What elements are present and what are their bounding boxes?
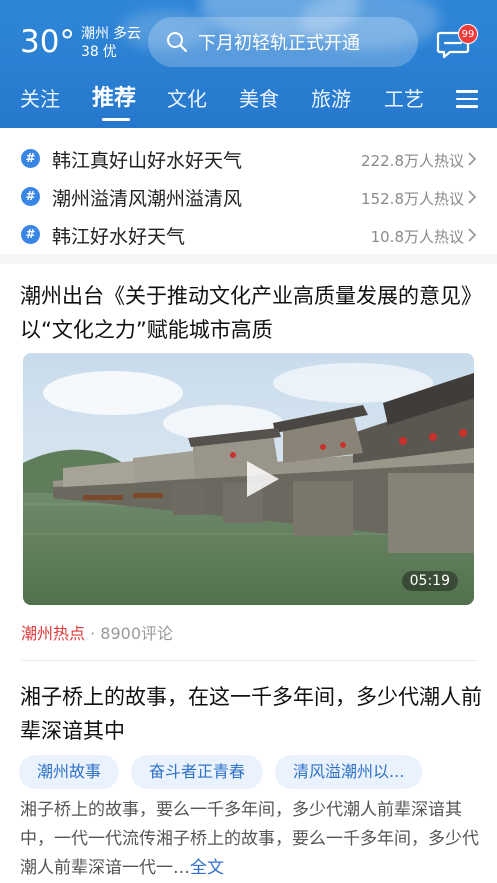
play-icon[interactable] bbox=[239, 457, 283, 501]
tab-craft[interactable]: 工艺 bbox=[384, 82, 424, 116]
article-separator bbox=[20, 660, 477, 661]
app-screen: 30° 潮州 多云 38 优 下月初轻轨正式开通 99 关注 推荐 文化 美食 … bbox=[0, 0, 497, 883]
search-icon bbox=[167, 32, 188, 53]
hot-topics-list: # 韩江真好山好水好天气 222.8万人热议 # 潮州溢清风潮州溢清风 152.… bbox=[0, 140, 497, 254]
chevron-right-icon bbox=[468, 190, 477, 204]
comment-count[interactable]: 8900评论 bbox=[100, 624, 173, 643]
tag-chip[interactable]: 清风溢潮州以... bbox=[275, 755, 423, 789]
search-suggestion: 下月初轻轨正式开通 bbox=[198, 33, 360, 54]
header: 30° 潮州 多云 38 优 下月初轻轨正式开通 99 关注 推荐 文化 美食 … bbox=[0, 0, 497, 128]
video-thumbnail[interactable]: 05:19 bbox=[23, 353, 474, 605]
hot-topic-item[interactable]: # 韩江好水好天气 10.8万人热议 bbox=[0, 216, 497, 254]
video-duration: 05:19 bbox=[401, 571, 458, 591]
tab-culture[interactable]: 文化 bbox=[167, 82, 207, 116]
weather-condition: 多云 bbox=[112, 26, 141, 42]
read-more-link[interactable]: 全文 bbox=[190, 858, 224, 878]
chevron-right-icon bbox=[468, 228, 477, 242]
hot-topic-item[interactable]: # 韩江真好山好水好天气 222.8万人热议 bbox=[0, 140, 497, 178]
topic-heat: 152.8万人热议 bbox=[361, 190, 464, 208]
tab-travel[interactable]: 旅游 bbox=[311, 82, 351, 116]
hashtag-icon: # bbox=[21, 225, 40, 244]
topic-title: 韩江好水好天气 bbox=[52, 226, 186, 248]
article-source[interactable]: 潮州热点 bbox=[21, 624, 85, 643]
hot-topic-item[interactable]: # 潮州溢清风潮州溢清风 152.8万人热议 bbox=[0, 178, 497, 216]
tag-chip[interactable]: 潮州故事 bbox=[19, 755, 120, 789]
menu-icon[interactable] bbox=[456, 90, 478, 108]
topic-title: 潮州溢清风潮州溢清风 bbox=[52, 188, 243, 210]
aqi-value: 38 bbox=[80, 44, 99, 60]
tab-recommend[interactable]: 推荐 bbox=[92, 82, 136, 116]
topic-heat: 222.8万人热议 bbox=[361, 152, 464, 170]
chevron-right-icon bbox=[468, 152, 477, 166]
tag-chip[interactable]: 奋斗者正青春 bbox=[131, 755, 264, 789]
hashtag-icon: # bbox=[21, 149, 40, 168]
aqi-label: 优 bbox=[102, 44, 117, 60]
summary-text: 湘子桥上的故事，要么一千多年间，多少代潮人前辈深谙其中，一代一代流传湘子桥上的故… bbox=[20, 800, 479, 878]
section-divider bbox=[0, 254, 497, 264]
article-title[interactable]: 潮州出台《关于推动文化产业高质量发展的意见》以“文化之力”赋能城市高质 bbox=[20, 279, 482, 347]
tab-follow[interactable]: 关注 bbox=[20, 82, 60, 116]
search-bar[interactable]: 下月初轻轨正式开通 bbox=[148, 17, 418, 67]
article-tags: 潮州故事 奋斗者正青春 清风溢潮州以... bbox=[19, 755, 434, 789]
active-tab-indicator bbox=[102, 118, 130, 121]
topic-heat: 10.8万人热议 bbox=[370, 228, 464, 246]
topic-title: 韩江真好山好水好天气 bbox=[52, 150, 243, 172]
tab-food[interactable]: 美食 bbox=[239, 82, 279, 116]
city-name: 潮州 bbox=[80, 26, 109, 42]
temperature: 30° bbox=[20, 24, 75, 60]
article-meta: 潮州热点 · 8900评论 bbox=[21, 624, 174, 643]
article-summary[interactable]: 湘子桥上的故事，要么一千多年间，多少代潮人前辈深谙其中，一代一代流传湘子桥上的故… bbox=[20, 796, 482, 883]
message-badge: 99 bbox=[458, 24, 478, 44]
category-tabs: 关注 推荐 文化 美食 旅游 工艺 bbox=[0, 82, 497, 122]
hashtag-icon: # bbox=[21, 187, 40, 206]
weather-widget[interactable]: 30° 潮州 多云 38 优 bbox=[20, 22, 145, 62]
article-title[interactable]: 湘子桥上的故事，在这一千多年间，多少代潮人前辈深谙其中 bbox=[20, 680, 482, 748]
